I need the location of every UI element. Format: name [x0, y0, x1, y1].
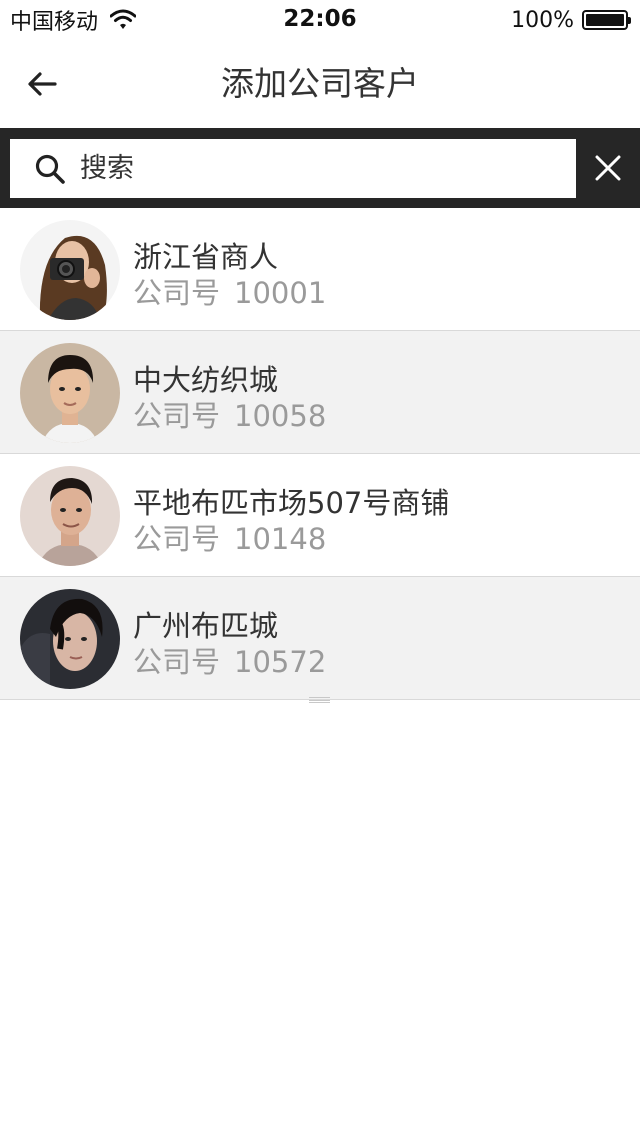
search-icon — [35, 154, 65, 184]
avatar-image — [20, 343, 120, 443]
company-number-label: 公司号 — [133, 645, 221, 679]
page-title: 添加公司客户 — [221, 64, 419, 103]
company-number-row: 公司号 10572 — [133, 639, 326, 681]
avatar — [20, 220, 120, 320]
close-button[interactable] — [576, 128, 640, 208]
avatar-image — [20, 589, 120, 689]
scroll-handle[interactable] — [309, 697, 330, 703]
company-number-label: 公司号 — [133, 276, 221, 310]
battery-icon — [582, 10, 631, 30]
search-input[interactable] — [80, 148, 540, 189]
list-item[interactable]: 中大纺织城 公司号 10058 — [0, 331, 640, 454]
company-number-label: 公司号 — [133, 522, 221, 556]
company-number-row: 公司号 10058 — [133, 393, 326, 435]
avatar — [20, 466, 120, 566]
avatar-image — [20, 466, 120, 566]
company-number: 10001 — [234, 276, 327, 310]
company-number-label: 公司号 — [133, 399, 221, 433]
search-bar — [0, 128, 640, 208]
avatar — [20, 589, 120, 689]
list-item[interactable]: 浙江省商人 公司号 10001 — [0, 208, 640, 331]
battery-percent: 100% — [511, 7, 574, 33]
search-box[interactable] — [10, 139, 576, 198]
status-bar: 中国移动 22:06 100% — [0, 0, 640, 40]
company-number-row: 公司号 10148 — [133, 516, 326, 558]
avatar — [20, 343, 120, 443]
avatar-image — [20, 220, 120, 320]
status-right: 100% — [511, 6, 631, 34]
back-button[interactable] — [18, 62, 66, 106]
list-item[interactable]: 广州布匹城 公司号 10572 — [0, 577, 640, 700]
arrow-left-icon — [28, 72, 57, 96]
customer-list: 浙江省商人 公司号 10001 中大纺织城 公司号 10058 平地布匹市场50… — [0, 208, 640, 700]
close-icon — [595, 155, 621, 181]
company-number: 10148 — [234, 522, 327, 556]
company-number: 10058 — [234, 399, 327, 433]
company-number: 10572 — [234, 645, 327, 679]
company-number-row: 公司号 10001 — [133, 270, 326, 312]
nav-bar: 添加公司客户 — [0, 40, 640, 128]
list-item[interactable]: 平地布匹市场507号商铺 公司号 10148 — [0, 454, 640, 577]
